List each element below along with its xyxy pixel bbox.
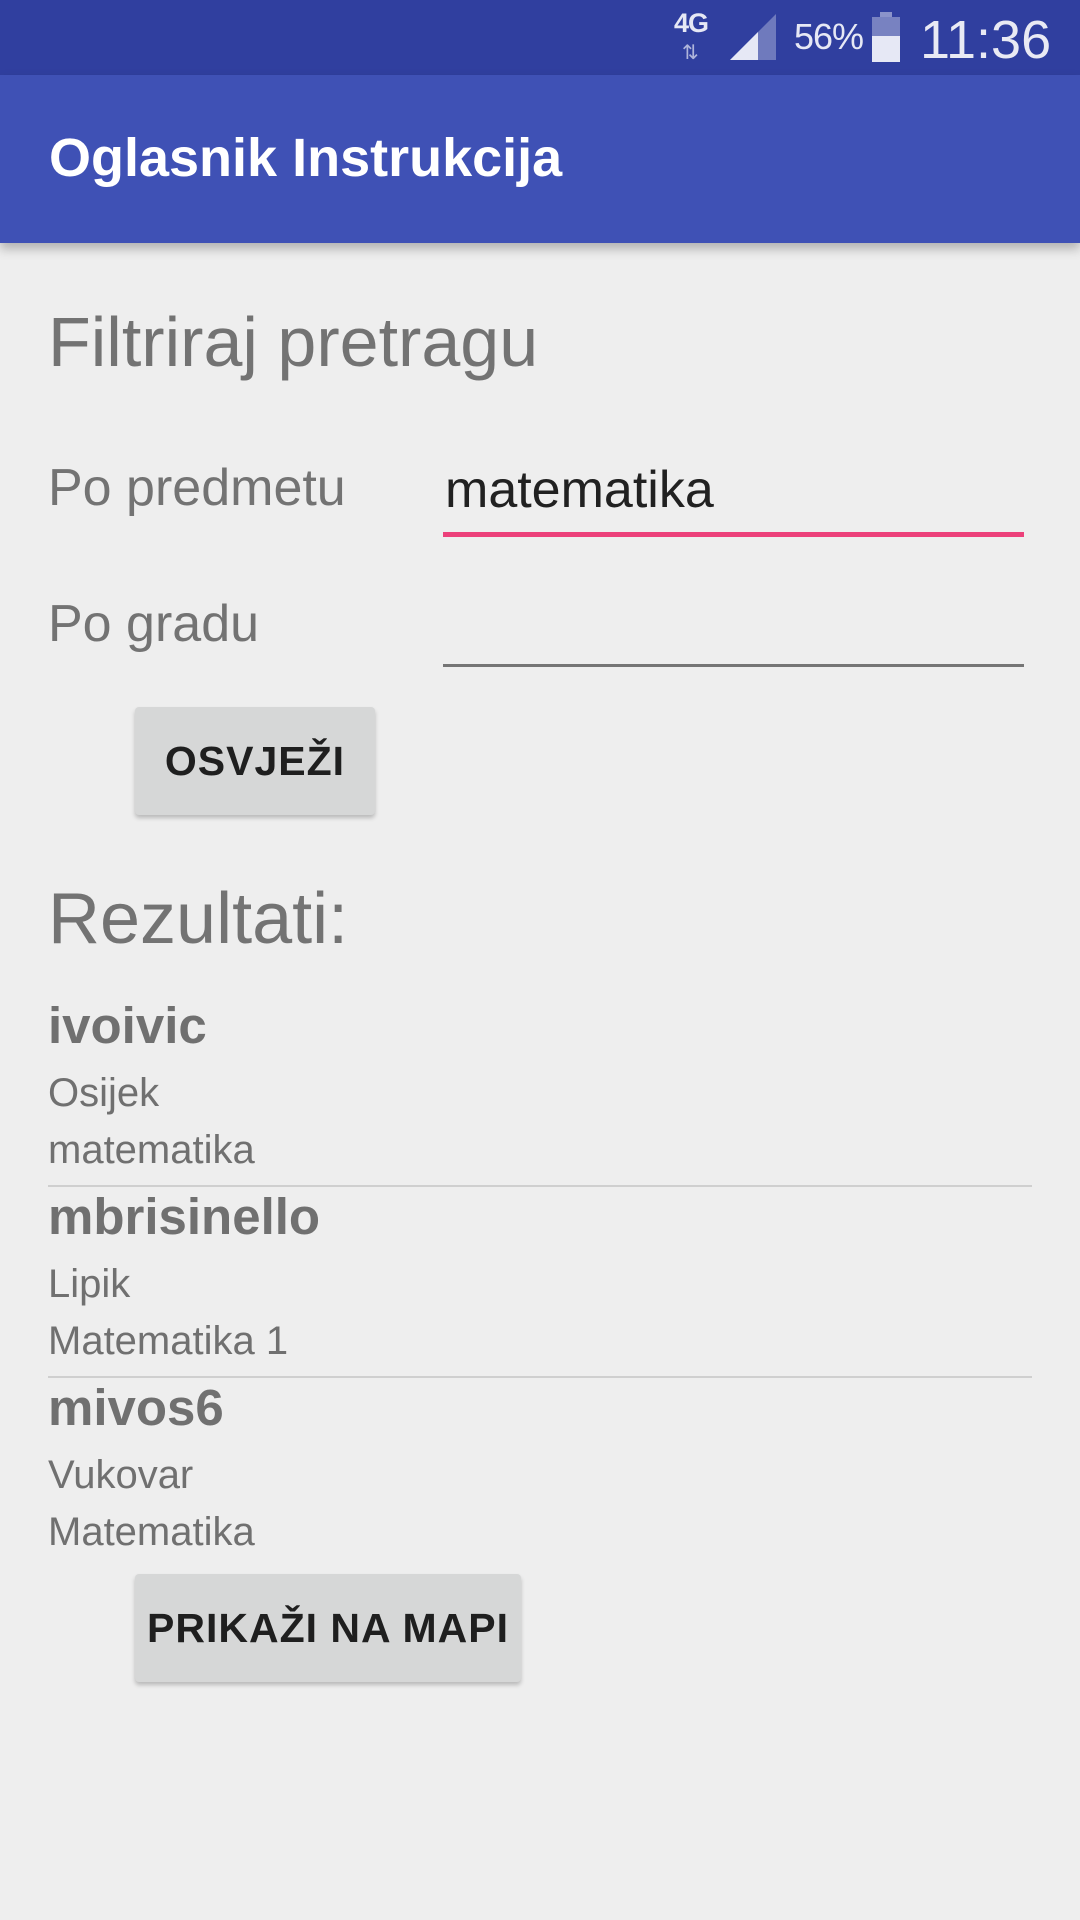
- result-item[interactable]: ivoivic Osijek matematika: [48, 996, 1032, 1187]
- network-type-label: 4G: [674, 8, 709, 38]
- filter-heading: Filtriraj pretragu: [48, 303, 539, 381]
- status-bar: 4G ⇅ 56% 11:36: [0, 0, 1080, 75]
- status-time: 11:36: [920, 10, 1052, 70]
- refresh-button[interactable]: OSVJEŽI: [135, 707, 375, 815]
- battery-percent: 56%: [794, 16, 864, 57]
- subject-filter-input[interactable]: [443, 448, 1024, 537]
- battery-icon: [872, 12, 900, 62]
- city-filter-input[interactable]: [443, 580, 1024, 667]
- app-bar: Oglasnik Instrukcija: [0, 75, 1080, 243]
- result-subject: matematika: [48, 1128, 255, 1172]
- result-subject: Matematika 1: [48, 1319, 289, 1363]
- signal-strength-icon: [730, 14, 776, 60]
- result-item[interactable]: mivos6 Vukovar Matematika: [48, 1378, 1032, 1567]
- result-city: Osijek: [48, 1071, 160, 1115]
- data-activity-icon: ⇅: [682, 42, 699, 64]
- result-username: ivoivic: [48, 997, 207, 1054]
- result-username: mbrisinello: [48, 1188, 321, 1245]
- subject-filter-label: Po predmetu: [48, 459, 346, 517]
- app-title: Oglasnik Instrukcija: [49, 128, 563, 188]
- result-subject: Matematika: [48, 1510, 255, 1554]
- results-heading: Rezultati:: [48, 879, 349, 959]
- result-city: Vukovar: [48, 1453, 194, 1497]
- city-filter-label: Po gradu: [48, 595, 260, 653]
- result-city: Lipik: [48, 1262, 131, 1306]
- result-username: mivos6: [48, 1379, 224, 1436]
- show-on-map-button[interactable]: PRIKAŽI NA MAPI: [135, 1574, 521, 1682]
- results-list: ivoivic Osijek matematika mbrisinello Li…: [48, 996, 1032, 1567]
- network-indicator: 4G ⇅: [672, 6, 716, 66]
- result-item[interactable]: mbrisinello Lipik Matematika 1: [48, 1187, 1032, 1378]
